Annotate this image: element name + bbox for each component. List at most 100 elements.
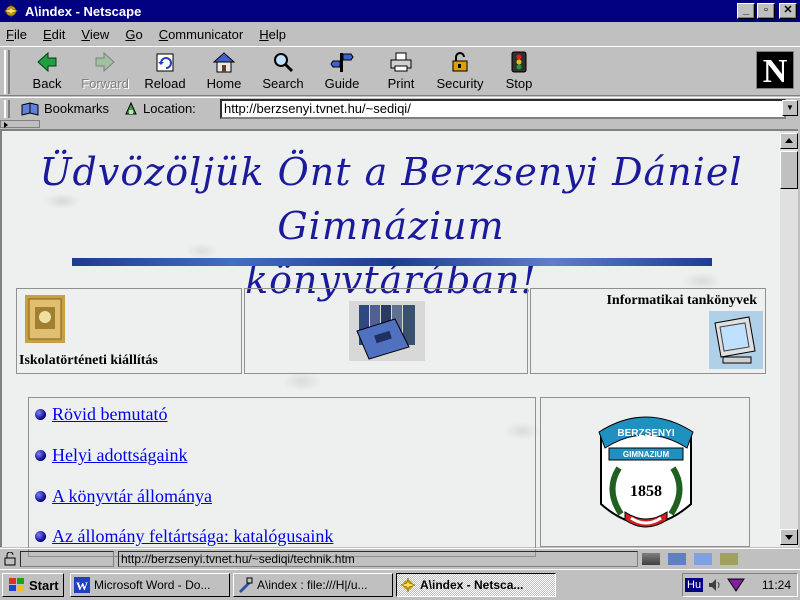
crest-sub-text: GIMNAZIUM bbox=[623, 450, 670, 459]
location-dropdown-button[interactable]: ▼ bbox=[782, 100, 798, 116]
stop-icon bbox=[511, 51, 527, 73]
feature-history-cell[interactable]: Iskolatörténeti kiállítás bbox=[16, 288, 242, 374]
status-bar: http://berzsenyi.tvnet.hu/~sediqi/techni… bbox=[0, 548, 800, 569]
chevron-down-icon: ▼ bbox=[786, 103, 794, 112]
list-item: Az állomány feltártsága: katalógusaink bbox=[35, 526, 333, 547]
home-button[interactable]: Home bbox=[195, 50, 253, 94]
home-icon bbox=[212, 52, 236, 73]
start-label: Start bbox=[29, 577, 59, 593]
component-bar bbox=[642, 551, 792, 567]
bullet-icon bbox=[35, 491, 46, 502]
back-arrow-icon bbox=[37, 51, 57, 73]
scroll-thumb[interactable] bbox=[780, 151, 798, 189]
search-button[interactable]: Search bbox=[254, 50, 312, 94]
guide-icon bbox=[330, 53, 354, 72]
forward-arrow-icon bbox=[95, 51, 115, 73]
navigation-links-box: Rövid bemutató Helyi adottságaink A köny… bbox=[28, 397, 536, 557]
menu-file[interactable]: File bbox=[6, 27, 27, 42]
windows-logo-icon bbox=[9, 578, 24, 591]
bullet-icon bbox=[35, 450, 46, 461]
location-label: Location: bbox=[143, 101, 196, 116]
decorative-divider bbox=[72, 258, 712, 266]
component-discussion-icon[interactable] bbox=[694, 553, 712, 565]
task-button-netscape[interactable]: A\index - Netsca... bbox=[396, 573, 556, 597]
system-tray: Hu 11:24 bbox=[682, 573, 798, 597]
forward-button[interactable]: Forward bbox=[76, 50, 134, 94]
guide-label: Guide bbox=[324, 76, 360, 91]
minimize-button[interactable]: _ bbox=[737, 3, 755, 19]
guide-button[interactable]: Guide bbox=[313, 50, 371, 94]
title-bar: A\index - Netscape _ ▫ ✕ bbox=[0, 0, 800, 22]
heading-line-1: Üdvözöljük Önt a Berzsenyi Dániel Gimnáz… bbox=[39, 150, 743, 248]
link-konyvtar-allomanya[interactable]: A könyvtár állománya bbox=[52, 486, 212, 507]
location-url-field[interactable]: http://berzsenyi.tvnet.hu/~sediqi/ bbox=[220, 99, 786, 119]
close-button[interactable]: ✕ bbox=[779, 3, 797, 19]
menu-communicator[interactable]: Communicator bbox=[159, 27, 244, 42]
print-label: Print bbox=[387, 76, 415, 91]
link-helyi-adottsagaink[interactable]: Helyi adottságaink bbox=[52, 445, 187, 466]
task-button-composer[interactable]: A\index : file:///H|/u... bbox=[233, 573, 393, 597]
scroll-up-button[interactable] bbox=[780, 133, 798, 149]
component-navigator-icon[interactable] bbox=[642, 553, 660, 565]
language-indicator[interactable]: Hu bbox=[685, 578, 704, 592]
stop-button[interactable]: Stop bbox=[490, 50, 548, 94]
feature-books-cell[interactable] bbox=[244, 288, 528, 374]
vertical-scrollbar[interactable] bbox=[780, 129, 798, 547]
task-label: A\index : file:///H|/u... bbox=[257, 578, 368, 592]
start-button[interactable]: Start bbox=[2, 573, 64, 597]
link-katalogusaink[interactable]: Az állomány feltártsága: katalógusaink bbox=[52, 526, 333, 547]
school-logo-box: BERZSENYI GIMNAZIUM 1858 bbox=[540, 397, 750, 547]
scroll-down-button[interactable] bbox=[780, 529, 798, 545]
menu-bar: File Edit View Go Communicator Help bbox=[0, 24, 800, 44]
school-crest-logo: BERZSENYI GIMNAZIUM 1858 bbox=[598, 416, 694, 528]
task-label: A\index - Netsca... bbox=[420, 578, 524, 592]
list-item: Rövid bemutató bbox=[35, 404, 168, 425]
back-button[interactable]: Back bbox=[18, 50, 76, 94]
feature-history-label[interactable]: Iskolatörténeti kiállítás bbox=[19, 353, 158, 369]
windows-taskbar: Start W Microsoft Word - Do... A\index :… bbox=[0, 569, 800, 600]
progress-bar bbox=[20, 551, 114, 567]
list-item: A könyvtár állománya bbox=[35, 486, 212, 507]
forward-label: Forward bbox=[81, 76, 129, 91]
stop-label: Stop bbox=[505, 76, 533, 91]
component-composer-icon[interactable] bbox=[720, 553, 738, 565]
maximize-button[interactable]: ▫ bbox=[757, 3, 775, 19]
netscape-app-icon bbox=[3, 3, 19, 19]
feature-informatics-cell[interactable]: Informatikai tankönyvek bbox=[530, 288, 766, 374]
reload-label: Reload bbox=[144, 76, 186, 91]
task-label: Microsoft Word - Do... bbox=[94, 578, 211, 592]
bookmarks-label[interactable]: Bookmarks bbox=[44, 101, 109, 116]
menu-help[interactable]: Help bbox=[259, 27, 286, 42]
menu-view[interactable]: View bbox=[81, 27, 109, 42]
volume-icon[interactable] bbox=[707, 577, 723, 593]
navigation-toolbar: Back Forward Reload Home Search Guide Pr… bbox=[0, 46, 800, 96]
task-button-word[interactable]: W Microsoft Word - Do... bbox=[70, 573, 230, 597]
bullet-icon bbox=[35, 531, 46, 542]
netscape-app-icon bbox=[400, 577, 416, 593]
menu-edit[interactable]: Edit bbox=[43, 27, 65, 42]
menu-go[interactable]: Go bbox=[125, 27, 142, 42]
print-button[interactable]: Print bbox=[372, 50, 430, 94]
search-label: Search bbox=[262, 76, 304, 91]
bookmarks-icon[interactable] bbox=[20, 101, 40, 117]
netscape-logo[interactable]: N bbox=[756, 51, 794, 90]
reload-button[interactable]: Reload bbox=[136, 50, 194, 94]
printer-icon bbox=[390, 52, 412, 72]
crest-year: 1858 bbox=[630, 483, 662, 500]
security-status-icon[interactable] bbox=[3, 552, 17, 566]
page-proxy-icon[interactable] bbox=[123, 101, 139, 117]
link-rovid-bemutato[interactable]: Rövid bemutató bbox=[52, 404, 168, 425]
toolbar-grip[interactable] bbox=[4, 50, 10, 94]
status-text: http://berzsenyi.tvnet.hu/~sediqi/techni… bbox=[118, 551, 638, 567]
browser-window: A\index - Netscape _ ▫ ✕ File Edit View … bbox=[0, 0, 800, 569]
toolbar-collapse-tab[interactable] bbox=[0, 120, 40, 128]
scroll-up-arrow-icon bbox=[785, 138, 793, 143]
clock[interactable]: 11:24 bbox=[762, 578, 791, 592]
component-mail-icon[interactable] bbox=[668, 553, 686, 565]
location-grip[interactable] bbox=[4, 99, 10, 118]
svg-text:W: W bbox=[76, 579, 88, 593]
feature-informatics-label[interactable]: Informatikai tankönyvek bbox=[606, 293, 757, 309]
tray-app-icon[interactable] bbox=[727, 577, 745, 593]
security-button[interactable]: Security bbox=[431, 50, 489, 94]
reload-icon bbox=[156, 53, 174, 72]
